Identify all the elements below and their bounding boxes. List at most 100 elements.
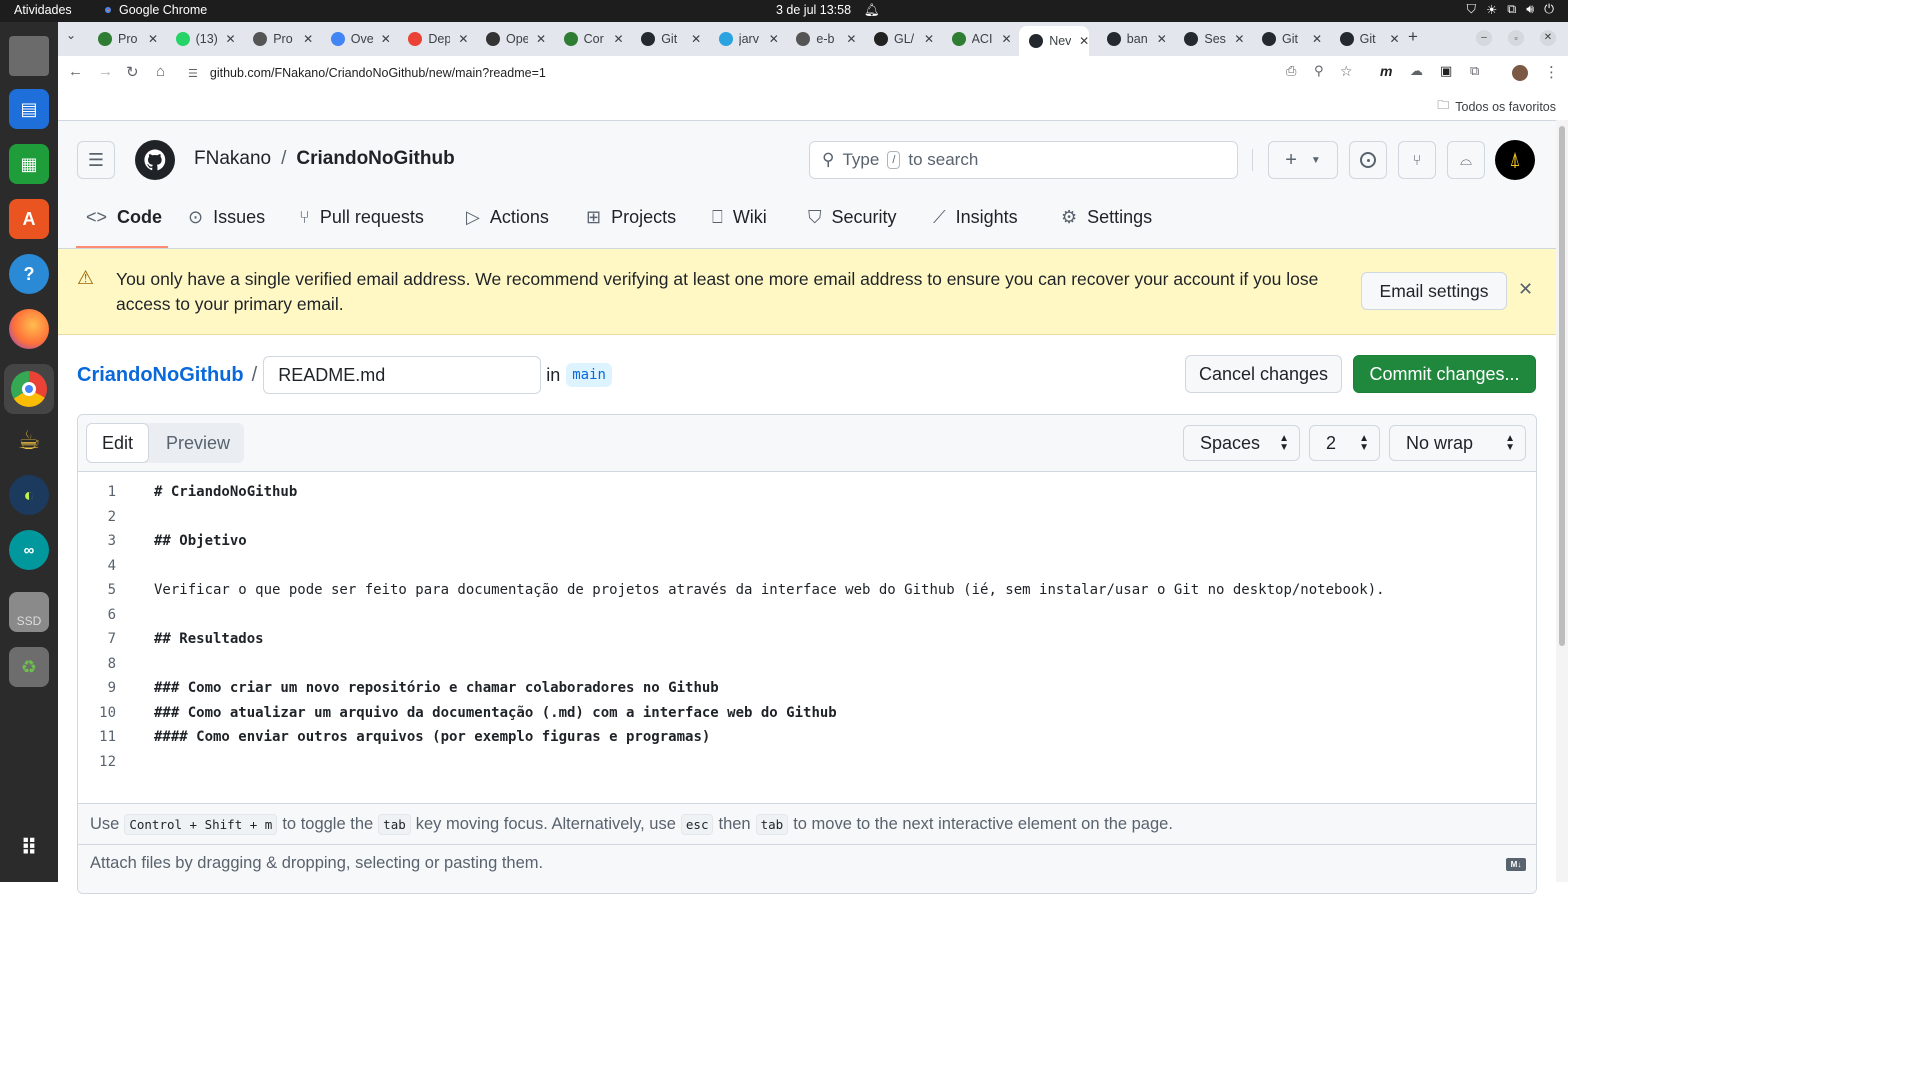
indent-size-select[interactable]: 2 ▲ ▼ xyxy=(1309,425,1380,461)
close-icon[interactable]: ✕ xyxy=(1518,279,1533,300)
close-window-button[interactable]: ✕ xyxy=(1540,30,1556,46)
code-line[interactable]: ### Como criar um novo repositório e cha… xyxy=(154,680,719,696)
browser-tab[interactable]: Git ✕ xyxy=(631,26,701,52)
close-tab-icon[interactable]: ✕ xyxy=(924,32,934,46)
code-line[interactable]: ## Resultados xyxy=(154,631,264,647)
code-line[interactable]: #### Como enviar outros arquivos (por ex… xyxy=(154,729,710,745)
github-logo-icon[interactable] xyxy=(135,140,175,180)
app-center-icon[interactable]: A xyxy=(9,199,49,239)
browser-tab[interactable]: (13) ✕ xyxy=(166,26,236,52)
menu-kebab-icon[interactable]: ⋮ xyxy=(1544,63,1559,81)
close-tab-icon[interactable]: ✕ xyxy=(381,32,391,46)
close-tab-icon[interactable]: ✕ xyxy=(1312,32,1322,46)
help-icon[interactable]: ? xyxy=(9,254,49,294)
browser-tab[interactable]: Ope ✕ xyxy=(476,26,546,52)
profile-avatar[interactable] xyxy=(1512,65,1528,81)
firefox-icon[interactable] xyxy=(9,309,49,349)
page-scrollbar[interactable] xyxy=(1556,120,1568,882)
writer-icon[interactable]: ▤ xyxy=(9,89,49,129)
code-line[interactable]: # CriandoNoGithub xyxy=(154,484,297,500)
attach-files-area[interactable]: Attach files by dragging & dropping, sel… xyxy=(90,854,543,873)
email-settings-button[interactable]: Email settings xyxy=(1361,272,1507,310)
close-tab-icon[interactable]: ✕ xyxy=(1234,32,1244,46)
browser-tab[interactable]: Git ✕ xyxy=(1330,26,1400,52)
browser-tab[interactable]: Dep ✕ xyxy=(398,26,468,52)
close-tab-icon[interactable]: ✕ xyxy=(303,32,313,46)
pull-requests-button[interactable]: ⑂ xyxy=(1398,141,1436,179)
power-icon[interactable]: ⏻ xyxy=(1544,2,1554,17)
system-tray[interactable]: ⛉ ☀ ⧉ 🔊︎ ⏻ xyxy=(1467,2,1554,17)
tab-actions[interactable]: ▷ Actions xyxy=(466,207,549,228)
close-tab-icon[interactable]: ✕ xyxy=(458,32,468,46)
reload-icon[interactable]: ↻ xyxy=(126,63,139,81)
tab-search-icon[interactable]: ⌄ xyxy=(66,28,76,42)
extensions-puzzle-icon[interactable]: ⧉ xyxy=(1470,63,1479,79)
files-icon[interactable] xyxy=(9,36,49,76)
browser-tab[interactable]: GL/ ✕ xyxy=(864,26,934,52)
install-icon[interactable]: ⎙ xyxy=(1286,63,1296,79)
menu-button[interactable]: ☰ xyxy=(77,141,115,179)
activities-button[interactable]: Atividades xyxy=(14,3,72,17)
browser-tab[interactable]: e-b ✕ xyxy=(786,26,856,52)
close-tab-icon[interactable]: ✕ xyxy=(769,32,779,46)
app-menu[interactable]: Google Chrome xyxy=(102,3,207,17)
close-tab-icon[interactable]: ✕ xyxy=(1002,32,1012,46)
tab-code[interactable]: <> Code xyxy=(86,207,162,228)
tab-issues[interactable]: ⊙ Issues xyxy=(188,207,265,228)
indent-mode-select[interactable]: Spaces ▲ ▼ xyxy=(1183,425,1300,461)
browser-tab[interactable]: Git ✕ xyxy=(1252,26,1322,52)
clock[interactable]: 3 de jul 13:58 xyxy=(776,3,851,17)
browser-tab[interactable]: Pro ✕ xyxy=(243,26,313,52)
browser-tab[interactable]: ban ✕ xyxy=(1097,26,1167,52)
close-tab-icon[interactable]: ✕ xyxy=(226,32,236,46)
arduino-icon[interactable]: ∞ xyxy=(9,530,49,570)
search-input[interactable]: ⚲ Type / to search xyxy=(809,141,1238,179)
extension-m-icon[interactable]: m xyxy=(1380,63,1392,79)
new-tab-button[interactable]: + xyxy=(1408,27,1418,47)
browser-tab[interactable]: ACI ✕ xyxy=(942,26,1012,52)
wrap-mode-select[interactable]: No wrap ▲ ▼ xyxy=(1389,425,1526,461)
owner-link[interactable]: FNakano xyxy=(194,148,271,170)
tab-pull-requests[interactable]: ⑂ Pull requests xyxy=(299,207,424,228)
site-info-icon[interactable]: ☰ xyxy=(188,67,198,80)
network-icon[interactable]: ⧉ xyxy=(1507,2,1516,17)
extension-square-icon[interactable]: ▣ xyxy=(1440,63,1452,79)
create-new-button[interactable]: + ▼ xyxy=(1268,141,1338,179)
code-line[interactable]: Verificar o que pode ser feito para docu… xyxy=(154,582,1385,598)
close-tab-icon[interactable]: ✕ xyxy=(1157,32,1167,46)
filename-input[interactable]: README.md xyxy=(263,356,542,394)
close-tab-icon[interactable]: ✕ xyxy=(1079,34,1089,48)
code-line[interactable]: ### Como atualizar um arquivo da documen… xyxy=(154,705,837,721)
notification-icon[interactable]: 🔔︎ xyxy=(864,3,880,18)
user-avatar[interactable]: ⍋ xyxy=(1495,140,1535,180)
ssd-icon[interactable]: SSD xyxy=(9,592,49,632)
kdenlive-icon[interactable]: ◐ xyxy=(9,475,49,515)
tab-edit[interactable]: Edit xyxy=(86,423,149,463)
tab-projects[interactable]: ⊞ Projects xyxy=(586,207,676,228)
close-tab-icon[interactable]: ✕ xyxy=(1390,32,1400,46)
calc-icon[interactable]: ▦ xyxy=(9,144,49,184)
commit-changes-button[interactable]: Commit changes... xyxy=(1353,355,1536,393)
browser-tab[interactable]: Nev ✕ xyxy=(1019,26,1090,56)
close-tab-icon[interactable]: ✕ xyxy=(846,32,856,46)
repo-link[interactable]: CriandoNoGithub xyxy=(296,148,454,170)
maximize-button[interactable]: ▫ xyxy=(1508,30,1524,46)
code-area[interactable]: 1 # CriandoNoGithub 2 3 ## Objetivo 4 5 Verific… xyxy=(78,472,1536,802)
inbox-button[interactable]: ⌓ xyxy=(1447,141,1485,179)
tab-security[interactable]: ⛉ Security xyxy=(808,207,897,228)
brightness-icon[interactable]: ☀ xyxy=(1486,2,1497,17)
tab-settings[interactable]: ⚙ Settings xyxy=(1061,207,1152,228)
code-line[interactable]: ## Objetivo xyxy=(154,533,247,549)
forward-icon[interactable]: → xyxy=(98,63,113,80)
tab-insights[interactable]: ⟋ Insights xyxy=(933,207,1018,228)
shield-tray-icon[interactable]: ⛉ xyxy=(1467,2,1476,17)
trash-icon[interactable]: ♻ xyxy=(9,647,49,687)
chrome-dock-icon[interactable] xyxy=(4,364,54,414)
close-tab-icon[interactable]: ✕ xyxy=(148,32,158,46)
browser-tab[interactable]: Ove ✕ xyxy=(321,26,391,52)
teapot-icon[interactable]: ☕ xyxy=(9,420,49,460)
bookmark-star-icon[interactable]: ☆ xyxy=(1340,63,1353,80)
bookmarks-bar-item[interactable]: 🗀 Todos os favoritos xyxy=(1437,96,1556,117)
browser-tab[interactable]: Cor ✕ xyxy=(554,26,624,52)
minimize-button[interactable]: – xyxy=(1476,30,1492,46)
